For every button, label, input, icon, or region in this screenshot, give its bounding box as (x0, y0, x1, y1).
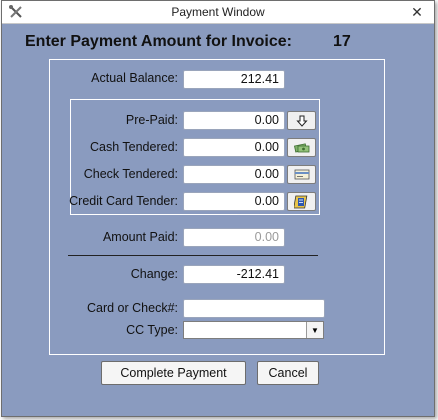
credit-card-button[interactable] (287, 192, 316, 211)
check-tendered-field[interactable]: 0.00 (183, 165, 285, 184)
actual-balance-label: Actual Balance: (91, 71, 178, 85)
chevron-down-icon[interactable]: ▼ (306, 322, 323, 338)
actual-balance-field: 212.41 (183, 70, 285, 89)
cash-tendered-field[interactable]: 0.00 (183, 138, 285, 157)
amount-paid-field: 0.00 (183, 228, 285, 247)
credit-card-tender-label: Credit Card Tender: (69, 194, 178, 208)
pre-paid-label: Pre-Paid: (125, 113, 178, 127)
window-title: Payment Window (171, 5, 265, 19)
check-button[interactable] (287, 165, 316, 184)
check-icon (294, 169, 309, 180)
invoice-number: 17 (333, 33, 351, 50)
complete-payment-button[interactable]: Complete Payment (101, 361, 246, 385)
pre-paid-field[interactable]: 0.00 (183, 111, 285, 130)
cc-type-label: CC Type: (126, 323, 178, 337)
card-or-check-label: Card or Check#: (86, 301, 178, 315)
change-field: -212.41 (183, 265, 285, 284)
credit-card-tender-field[interactable]: 0.00 (183, 192, 285, 211)
check-tendered-label: Check Tendered: (83, 167, 178, 181)
close-button[interactable]: ✕ (406, 3, 428, 21)
cash-icon (293, 142, 309, 152)
cash-tendered-label: Cash Tendered: (89, 140, 178, 154)
title-bar: Payment Window ✕ (2, 1, 434, 24)
amount-paid-label: Amount Paid: (102, 230, 178, 244)
arrow-down-icon (295, 115, 308, 127)
cc-type-select[interactable]: ▼ (183, 321, 324, 339)
cash-button[interactable] (287, 138, 316, 157)
page-heading: Enter Payment Amount for Invoice: (25, 33, 292, 50)
change-label: Change: (130, 267, 178, 281)
payment-window: Payment Window ✕ Enter Payment Amount fo… (1, 0, 435, 417)
card-or-check-field[interactable] (183, 299, 325, 318)
divider (68, 255, 318, 256)
cancel-button[interactable]: Cancel (257, 361, 319, 385)
pre-paid-button[interactable] (287, 111, 316, 130)
credit-card-icon (293, 195, 307, 208)
